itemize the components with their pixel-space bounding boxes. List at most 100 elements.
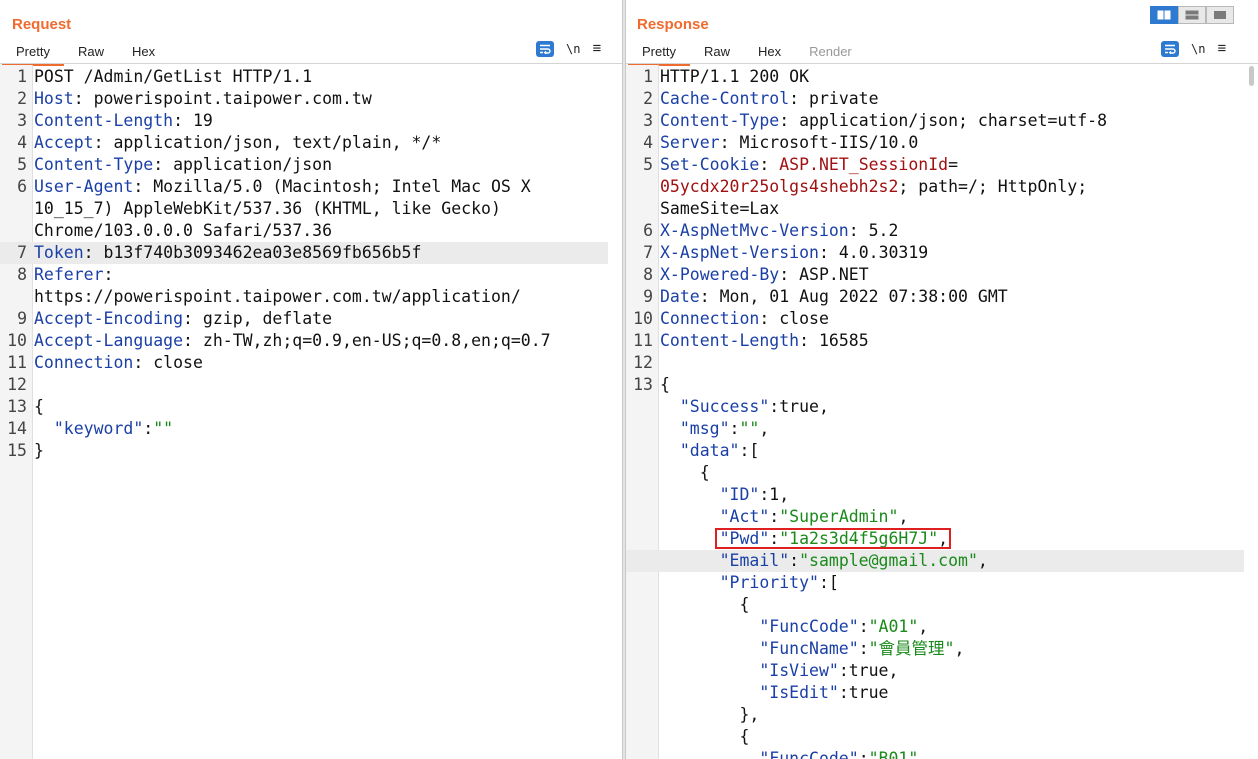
field-key: "Email" — [660, 551, 790, 570]
request-tabs: Pretty Raw Hex — [2, 38, 169, 66]
tab-render[interactable]: Render — [795, 38, 866, 64]
code-line: "Act":"SuperAdmin", — [626, 506, 1244, 528]
field-value: 5.2 — [868, 221, 899, 240]
line-number: 14 — [7, 419, 27, 438]
code-line: 2 Cache-Control: private — [626, 88, 1244, 110]
show-newlines-button[interactable]: \n — [1191, 42, 1205, 56]
request-title: Request — [12, 16, 72, 33]
code-line: "FuncName":"會員管理", — [626, 638, 1244, 660]
field-key: "Success" — [660, 397, 770, 416]
field-value: { — [34, 397, 44, 416]
code-line: https://powerispoint.taipower.com.tw/app… — [0, 286, 608, 308]
code-line: "FuncCode":"B01" — [626, 748, 1244, 759]
line-number: 11 — [633, 331, 653, 350]
layout-toggle — [1150, 6, 1234, 24]
single-pane-icon[interactable] — [1206, 6, 1234, 24]
field-value: application/json — [173, 155, 333, 174]
wrap-lines-icon[interactable] — [536, 41, 554, 57]
field-value: { — [660, 595, 750, 614]
code-line: 2 Host: powerispoint.taipower.com.tw — [0, 88, 608, 110]
tab-pretty[interactable]: Pretty — [628, 38, 690, 66]
separator: : — [838, 683, 849, 702]
field-value: powerispoint.taipower.com.tw — [93, 89, 372, 108]
code-line: SameSite=Lax — [626, 198, 1244, 220]
separator: : — [779, 111, 800, 130]
separator: : — [143, 419, 154, 438]
response-title: Response — [637, 16, 709, 33]
menu-icon[interactable]: ≡ — [592, 41, 601, 56]
field-key: "FuncName" — [660, 639, 859, 658]
line-number: 5 — [643, 155, 653, 174]
code-line: Chrome/103.0.0.0 Safari/537.36 — [0, 220, 608, 242]
field-value: HTTP/1.1 200 OK — [660, 67, 810, 86]
field-key: Accept — [34, 133, 94, 152]
tab-raw[interactable]: Raw — [64, 38, 118, 64]
field-key: Accept-Language — [34, 331, 184, 350]
field-value: { — [660, 463, 710, 482]
line-number: 6 — [17, 177, 27, 196]
field-value: SameSite=Lax — [660, 199, 780, 218]
request-editor[interactable]: 1 POST /Admin/GetList HTTP/1.1 2 Host: powe… — [0, 66, 608, 462]
field-key: X-Powered-By — [660, 265, 780, 284]
line-number: 10 — [7, 331, 27, 350]
code-line: "Email":"sample@gmail.com", — [626, 550, 1244, 572]
separator: : — [789, 551, 800, 570]
code-line: 8 X-Powered-By: ASP.NET — [626, 264, 1244, 286]
separator: : — [759, 485, 770, 504]
tab-underline — [0, 63, 622, 64]
code-line: 1 HTTP/1.1 200 OK — [626, 66, 1244, 88]
separator: : — [838, 661, 849, 680]
separator: : — [858, 639, 869, 658]
split-rows-icon[interactable] — [1178, 6, 1206, 24]
field-key: "IsView" — [660, 661, 839, 680]
highlight-box — [714, 528, 952, 549]
field-key: "Priority" — [660, 573, 819, 592]
separator: : — [719, 133, 740, 152]
tab-raw[interactable]: Raw — [690, 38, 744, 64]
separator: : — [83, 243, 104, 262]
show-newlines-button[interactable]: \n — [566, 42, 580, 56]
field-value: close — [153, 353, 203, 372]
wrap-lines-icon[interactable] — [1161, 41, 1179, 57]
separator: : — [858, 749, 869, 759]
field-key: Server — [660, 133, 720, 152]
line-number: 12 — [7, 375, 27, 394]
line-number: 15 — [7, 441, 27, 460]
code-line: { — [626, 594, 1244, 616]
field-key: Referer — [34, 265, 104, 284]
separator: : — [818, 573, 829, 592]
field-value: , — [759, 419, 770, 438]
scrollbar-thumb[interactable] — [1249, 66, 1254, 86]
field-value: }, — [660, 705, 760, 724]
field-value: POST /Admin/GetList HTTP/1.1 — [34, 67, 313, 86]
field-value: 10_15_7) AppleWebKit/537.36 (KHTML, like… — [34, 199, 501, 218]
field-value: , — [954, 639, 965, 658]
menu-icon[interactable]: ≡ — [1217, 41, 1226, 56]
separator: : — [183, 309, 203, 328]
field-key: User-Agent — [34, 177, 134, 196]
string-value: "A01" — [868, 617, 919, 636]
separator: : — [759, 309, 780, 328]
code-line: 10 Connection: close — [626, 308, 1244, 330]
code-line: "Priority":[ — [626, 572, 1244, 594]
field-value: } — [34, 441, 44, 460]
code-line: 11 Connection: close — [0, 352, 608, 374]
split-columns-icon[interactable] — [1150, 6, 1178, 24]
separator: : — [848, 221, 869, 240]
separator: : — [769, 397, 780, 416]
separator: : — [729, 419, 740, 438]
field-key: Connection — [34, 353, 134, 372]
tab-hex[interactable]: Hex — [744, 38, 795, 64]
code-line: 12 — [626, 352, 1244, 374]
field-value: 4.0.30319 — [838, 243, 929, 262]
field-value: private — [809, 89, 879, 108]
code-line: "IsView":true, — [626, 660, 1244, 682]
tab-hex[interactable]: Hex — [118, 38, 169, 64]
line-number: 7 — [17, 243, 27, 262]
code-line: 10 Accept-Language: zh-TW,zh;q=0.9,en-US;… — [0, 330, 608, 352]
response-editor[interactable]: 1 HTTP/1.1 200 OK 2 Cache-Control: private 3… — [626, 66, 1244, 759]
line-number: 3 — [643, 111, 653, 130]
tab-pretty[interactable]: Pretty — [2, 38, 64, 66]
field-value: Chrome/103.0.0.0 Safari/537.36 — [34, 221, 333, 240]
field-key: Cache-Control — [660, 89, 790, 108]
